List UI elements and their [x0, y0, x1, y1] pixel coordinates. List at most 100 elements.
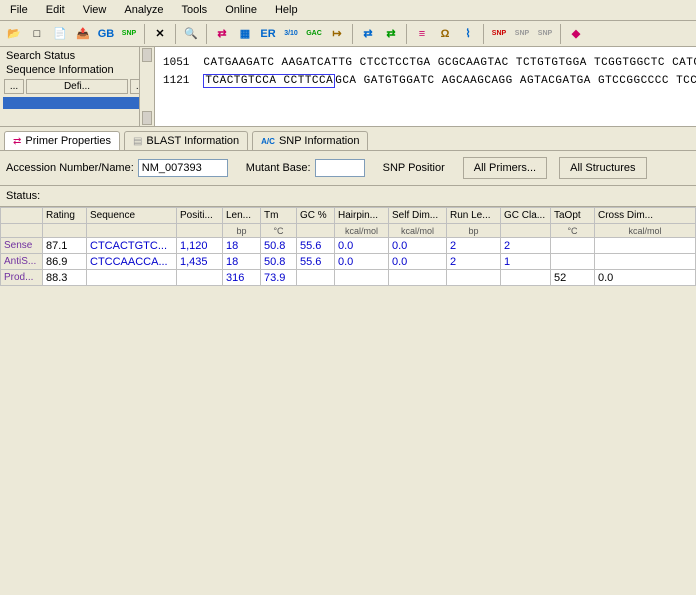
help-icon[interactable]: ◆: [566, 24, 586, 44]
snp-tool-icon[interactable]: SNP: [119, 24, 139, 44]
cell: 50.8: [261, 238, 297, 254]
col-subheader: [501, 224, 551, 238]
col-subheader: [1, 224, 43, 238]
menu-help[interactable]: Help: [267, 2, 306, 18]
tab-blast-information[interactable]: ▤ BLAST Information: [124, 131, 248, 150]
cell: CTCACTGTC...: [87, 238, 177, 254]
seq-position-1: 1051: [163, 57, 189, 69]
menu-online[interactable]: Online: [217, 2, 265, 18]
tab-primer-properties[interactable]: ⇄ Primer Properties: [4, 131, 120, 150]
menu-file[interactable]: File: [2, 2, 36, 18]
side-dots-button[interactable]: ...: [4, 79, 24, 94]
results-grid[interactable]: RatingSequencePositi...Len...TmGC %Hairp…: [0, 206, 696, 286]
tab-snp-information[interactable]: A/C SNP Information: [252, 131, 368, 150]
ratio-icon[interactable]: 3/10: [281, 24, 301, 44]
col-header[interactable]: Hairpin...: [335, 208, 389, 224]
cell: 1,435: [177, 254, 223, 270]
new-icon[interactable]: □: [27, 24, 47, 44]
cell: CTCCAACCA...: [87, 254, 177, 270]
swap-icon[interactable]: ⇄: [212, 24, 232, 44]
side-defi-button[interactable]: Defi...: [26, 79, 128, 94]
col-subheader: [297, 224, 335, 238]
cell: 1: [501, 254, 551, 270]
empty-area: [0, 286, 696, 595]
table-row[interactable]: AntiS...86.9CTCCAACCA...1,4351850.855.60…: [1, 254, 696, 270]
side-selection[interactable]: [3, 97, 151, 109]
omega-icon[interactable]: Ω: [435, 24, 455, 44]
col-header[interactable]: Tm: [261, 208, 297, 224]
snp-red-icon[interactable]: SNP: [489, 24, 509, 44]
mutant-base-input[interactable]: [315, 159, 365, 177]
side-scrollbar[interactable]: [139, 47, 154, 126]
exch2-icon[interactable]: ⇄: [381, 24, 401, 44]
menu-view[interactable]: View: [75, 2, 115, 18]
cell: 88.3: [43, 270, 87, 286]
seq-position-2: 1121: [163, 75, 189, 87]
snp-gray2-icon[interactable]: SNP: [535, 24, 555, 44]
find-icon[interactable]: 🔍: [181, 24, 201, 44]
struct-icon[interactable]: ⌇: [458, 24, 478, 44]
mutant-base-label: Mutant Base:: [246, 162, 311, 174]
arrow-icon[interactable]: ↦: [327, 24, 347, 44]
export-icon[interactable]: 📤: [73, 24, 93, 44]
cell: 52: [551, 270, 595, 286]
search-status-label: Search Status: [2, 49, 152, 63]
save-icon[interactable]: 📄: [50, 24, 70, 44]
col-header[interactable]: Len...: [223, 208, 261, 224]
codon-icon[interactable]: GAC: [304, 24, 324, 44]
col-header[interactable]: Positi...: [177, 208, 223, 224]
filter-bar: Accession Number/Name: Mutant Base: SNP …: [0, 151, 696, 186]
table-row[interactable]: Sense87.1CTCACTGTC...1,1201850.855.60.00…: [1, 238, 696, 254]
accession-input[interactable]: [138, 159, 228, 177]
col-header[interactable]: Rating: [43, 208, 87, 224]
col-header[interactable]: Self Dim...: [389, 208, 447, 224]
menu-tools[interactable]: Tools: [174, 2, 216, 18]
col-subheader: bp: [447, 224, 501, 238]
separator: [175, 24, 176, 44]
accession-label: Accession Number/Name:: [6, 162, 134, 174]
delete-icon[interactable]: ✕: [150, 24, 170, 44]
exch1-icon[interactable]: ⇄: [358, 24, 378, 44]
cell: 86.9: [43, 254, 87, 270]
cell: 73.9: [261, 270, 297, 286]
col-header[interactable]: Cross Dim...: [595, 208, 696, 224]
cell: 18: [223, 254, 261, 270]
col-subheader: kcal/mol: [389, 224, 447, 238]
cell: [551, 238, 595, 254]
menu-edit[interactable]: Edit: [38, 2, 73, 18]
snp-gray1-icon[interactable]: SNP: [512, 24, 532, 44]
align-icon[interactable]: ≡: [412, 24, 432, 44]
snp-position-label: SNP Positior: [383, 162, 445, 174]
gb-icon[interactable]: GB: [96, 24, 116, 44]
open-icon[interactable]: 📂: [4, 24, 24, 44]
table-row[interactable]: Prod...88.331673.9520.0: [1, 270, 696, 286]
cell: 2: [501, 238, 551, 254]
cell: 18: [223, 238, 261, 254]
col-header[interactable]: [1, 208, 43, 224]
col-header[interactable]: GC Cla...: [501, 208, 551, 224]
cell: 2: [447, 238, 501, 254]
side-panel: Search Status Sequence Information ... D…: [0, 47, 155, 126]
tab-label: SNP Information: [279, 135, 360, 147]
cell: [177, 270, 223, 286]
all-primers-button[interactable]: All Primers...: [463, 157, 547, 179]
cell: [595, 254, 696, 270]
toolbar: 📂□📄📤GBSNP✕🔍⇄▦ER3/10GAC↦⇄⇄≡Ω⌇SNPSNPSNP◆: [0, 21, 696, 47]
col-subheader: °C: [551, 224, 595, 238]
cell: [389, 270, 447, 286]
col-header[interactable]: Sequence: [87, 208, 177, 224]
col-header[interactable]: Run Le...: [447, 208, 501, 224]
cell: 316: [223, 270, 261, 286]
chart-icon[interactable]: ▦: [235, 24, 255, 44]
separator: [206, 24, 207, 44]
menu-analyze[interactable]: Analyze: [116, 2, 171, 18]
all-structures-button[interactable]: All Structures: [559, 157, 646, 179]
sequence-view[interactable]: 1051 CATGAAGATC AAGATCATTG CTCCTCCTGA GC…: [155, 47, 696, 126]
cell: 2: [447, 254, 501, 270]
col-header[interactable]: TaOpt: [551, 208, 595, 224]
tab-label: BLAST Information: [146, 135, 239, 147]
col-header[interactable]: GC %: [297, 208, 335, 224]
ertc-icon[interactable]: ER: [258, 24, 278, 44]
col-subheader: kcal/mol: [335, 224, 389, 238]
snp-icon: A/C: [261, 137, 275, 146]
